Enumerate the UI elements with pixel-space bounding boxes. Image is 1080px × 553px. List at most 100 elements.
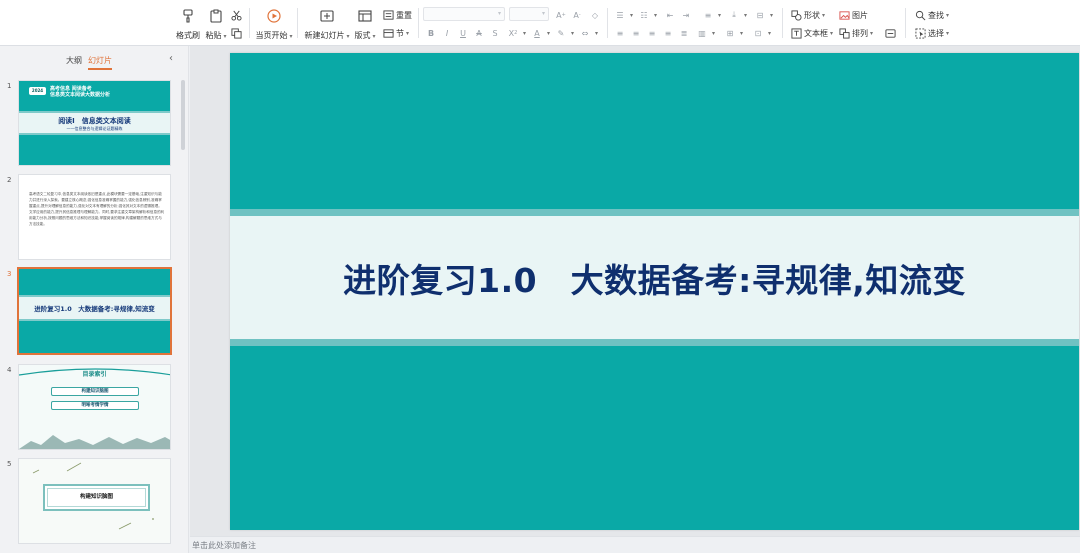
align-center-icon: ≡ — [632, 28, 640, 38]
font-size-select[interactable]: ▾ — [509, 7, 549, 21]
copy-icon — [230, 27, 242, 39]
numbered-list-icon: ☷ — [640, 10, 648, 20]
strikethrough-button[interactable]: A — [473, 26, 487, 40]
separator — [297, 8, 298, 38]
distribute-icon: ≣ — [680, 28, 688, 38]
smartart-button[interactable]: ⊞ ▾ — [724, 26, 743, 40]
line-spacing-button[interactable]: ≡ ▾ — [702, 8, 721, 22]
tab-outline[interactable]: 大纲 — [66, 55, 82, 66]
font-family-select[interactable]: ▾ — [423, 7, 505, 21]
pane-tabs: 大纲 幻灯片 ‹ — [0, 46, 189, 74]
play-icon — [266, 8, 282, 24]
cut-button[interactable] — [230, 8, 244, 22]
highlight-button[interactable]: ✎ ▾ — [555, 26, 574, 40]
find-button[interactable]: 查找 ▾ — [914, 8, 949, 22]
shapes-icon — [790, 9, 802, 21]
slide-thumbnail-2[interactable]: 2 高考语文二轮复习中,信息类文本阅读依旧是重点,此模块需要一定基础,注重知识与… — [0, 174, 180, 260]
char-spacing-icon: ⇔ — [581, 28, 589, 38]
reset-button[interactable]: 重置 — [382, 8, 412, 22]
font-color-icon: A — [534, 28, 540, 38]
slide-thumbnail-preview[interactable]: 构建知识脑图 — [18, 458, 171, 544]
font-group: ▾ ▾ A + A- ◇ B I U A S X 2 ▾ A ▾ ✎ ▾ ⇔ ▾ — [423, 4, 605, 42]
slide-thumbnail-5[interactable]: 5 构建知识脑图 — [0, 458, 180, 544]
reset-slide-icon — [382, 9, 394, 21]
slide-thumbnail-preview[interactable]: 2024 高考信息 阅读备考 信息类文本阅读大数据分析 阅读Ⅰ 信息类文本阅读 … — [18, 80, 171, 166]
tab-slides[interactable]: 幻灯片 — [88, 55, 112, 70]
italic-button[interactable]: I — [441, 26, 455, 40]
shadow-button[interactable]: S — [489, 26, 503, 40]
notes-placeholder[interactable]: 单击此处添加备注 — [190, 536, 1080, 553]
char-spacing-button[interactable]: ⇔ ▾ — [579, 26, 598, 40]
distribute-button[interactable]: ≣ — [678, 26, 692, 40]
separator — [249, 8, 250, 38]
copy-button[interactable] — [230, 26, 244, 40]
shape-button[interactable]: 形状 ▾ — [790, 8, 825, 22]
bold-icon: B — [427, 28, 435, 38]
bullets-button[interactable]: ☰ ▾ — [614, 8, 633, 22]
shape-style-button[interactable] — [884, 26, 898, 40]
align-center-button[interactable]: ≡ — [630, 26, 644, 40]
thumbnail-body-text: 高考语文二轮复习中,信息类文本阅读依旧是重点,此模块需要一定基础,注重知识与能力… — [29, 192, 165, 226]
convert-button[interactable]: ⊡ ▾ — [752, 26, 771, 40]
align-text-button[interactable]: ⊟ ▾ — [754, 8, 773, 22]
eraser-icon: ◇ — [591, 10, 599, 20]
bold-button[interactable]: B — [425, 26, 439, 40]
slide-thumbnail-preview-selected[interactable]: 进阶复习1.0 大数据备考:寻规律,知流变 — [17, 267, 172, 355]
line-spacing-icon: ≡ — [704, 10, 712, 20]
slide-thumbnail-preview[interactable]: 高考语文二轮复习中,信息类文本阅读依旧是重点,此模块需要一定基础,注重知识与能力… — [18, 174, 171, 260]
new-slide-button[interactable]: 新建幻灯片 ▾ — [303, 4, 351, 42]
slide-thumbnail-4[interactable]: 4 目录索引 构建知识脑图 明晰考情学情 — [0, 364, 180, 450]
select-button[interactable]: 选择 ▾ — [914, 26, 949, 40]
superscript-icon: X2 — [508, 28, 518, 38]
increase-font-icon: A + — [556, 10, 566, 20]
columns-button[interactable]: ▥ ▾ — [696, 26, 715, 40]
columns-icon: ▥ — [698, 28, 706, 38]
top-band-stripe — [230, 209, 1079, 216]
italic-icon: I — [445, 28, 449, 38]
numbering-button[interactable]: ☷ ▾ — [638, 8, 657, 22]
section-button[interactable]: 节 ▾ — [382, 26, 409, 40]
format-painter-button[interactable]: 格式刷 — [174, 4, 202, 42]
outdent-icon: ⇤ — [666, 10, 674, 20]
picture-button[interactable]: 图片 — [838, 8, 868, 22]
increase-indent-button[interactable]: ⇥ — [680, 8, 694, 22]
thumbnail-scrollbar[interactable] — [181, 80, 185, 150]
toc-item: 明晰考情学情 — [51, 401, 139, 410]
drawing-group: 形状 ▾ 文本框 ▾ 图片 排列 ▾ — [788, 4, 900, 42]
clear-format-button[interactable]: ◇ — [589, 8, 603, 22]
search-icon — [914, 9, 926, 21]
bottom-band-stripe — [230, 339, 1079, 346]
layout-icon — [357, 8, 373, 24]
current-slide[interactable]: 进阶复习1.0 大数据备考:寻规律,知流变 — [230, 53, 1079, 530]
collapse-pane-icon[interactable]: ‹ — [169, 53, 173, 64]
slide-title[interactable]: 进阶复习1.0 大数据备考:寻规律,知流变 — [230, 216, 1079, 339]
start-current-slide-button[interactable]: 当页开始 ▾ — [254, 4, 294, 42]
slide-thumbnail-preview[interactable]: 目录索引 构建知识脑图 明晰考情学情 — [18, 364, 171, 450]
slide-thumbnail-1[interactable]: 1 2024 高考信息 阅读备考 信息类文本阅读大数据分析 阅读Ⅰ 信息类文本阅… — [0, 80, 180, 166]
highlighter-icon: ✎ — [557, 28, 565, 38]
text-direction-button[interactable]: ⤓ ▾ — [728, 8, 747, 22]
align-left-button[interactable]: ≡ — [614, 26, 628, 40]
font-color-button[interactable]: A ▾ — [531, 26, 550, 40]
toc-item: 构建知识脑图 — [51, 387, 139, 396]
thumbnail-title: 进阶复习1.0 大数据备考:寻规律,知流变 — [34, 305, 155, 313]
arrange-button[interactable]: 排列 ▾ — [838, 26, 873, 40]
underline-button[interactable]: U — [457, 26, 471, 40]
paste-button[interactable]: 粘贴 ▾ — [204, 4, 228, 42]
smartart-icon: ⊞ — [726, 28, 734, 38]
new-slide-icon — [319, 8, 335, 24]
slide-thumbnail-3[interactable]: 3 进阶复习1.0 大数据备考:寻规律,知流变 — [0, 267, 180, 355]
align-right-button[interactable]: ≡ — [646, 26, 660, 40]
decrease-indent-button[interactable]: ⇤ — [664, 8, 678, 22]
align-left-icon: ≡ — [616, 28, 624, 38]
text-direction-icon: ⤓ — [732, 10, 736, 19]
slides-group: 新建幻灯片 ▾ 版式 ▾ 重置 节 ▾ — [303, 4, 415, 42]
textbox-button[interactable]: 文本框 ▾ — [790, 26, 833, 40]
justify-button[interactable]: ≡ — [662, 26, 676, 40]
increase-font-button[interactable]: A + — [555, 8, 569, 22]
superscript-button[interactable]: X 2 ▾ — [507, 26, 526, 40]
layout-button[interactable]: 版式 ▾ — [353, 4, 377, 42]
decrease-font-button[interactable]: A- — [571, 8, 585, 22]
ribbon-toolbar: 格式刷 粘贴 ▾ 当页开始 ▾ 新建幻灯片 ▾ 版式 ▾ 重置 节 ▾ ▾ ▾ … — [0, 0, 1080, 46]
arrange-icon — [838, 27, 850, 39]
